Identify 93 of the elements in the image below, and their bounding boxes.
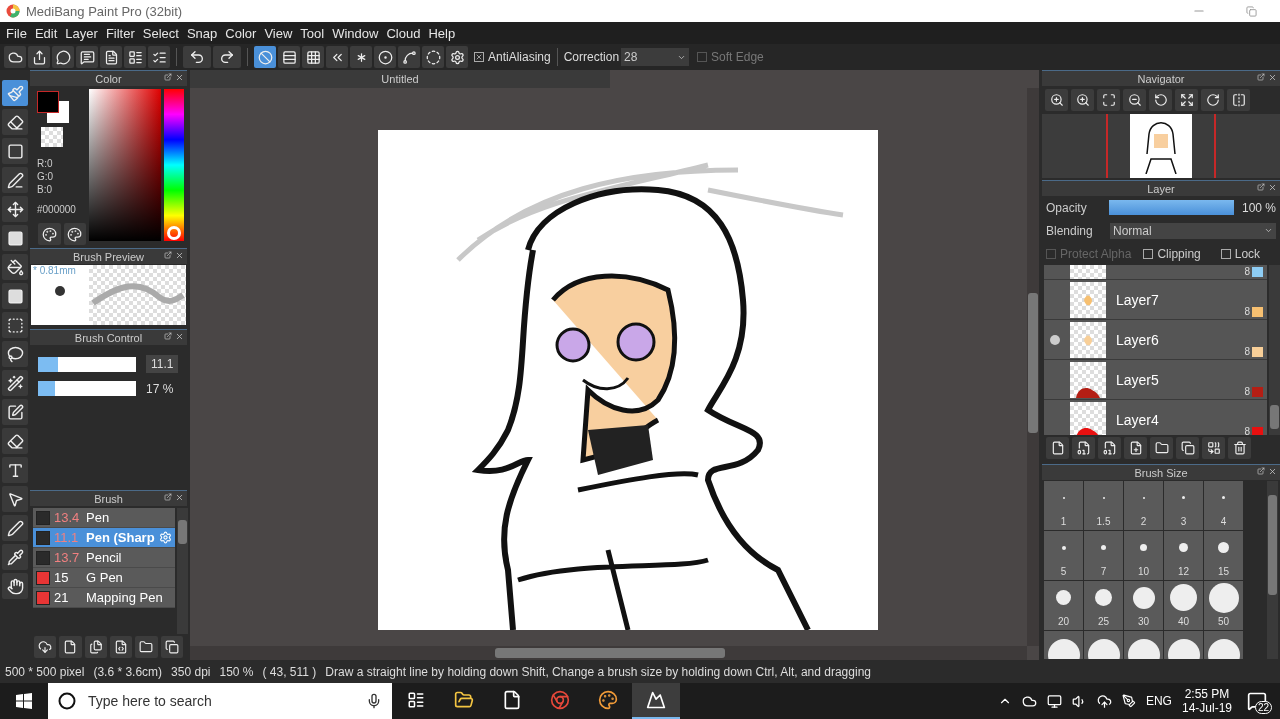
search-field[interactable]: Type here to search bbox=[86, 692, 356, 710]
layer-row[interactable]: Layer4 8 bbox=[1044, 400, 1267, 435]
bit-depth: 8 bbox=[1244, 306, 1250, 317]
status-text: 350 dpi bbox=[171, 664, 211, 679]
brush-size-option[interactable]: 20 bbox=[1044, 581, 1083, 630]
menu-item[interactable]: File bbox=[2, 22, 31, 44]
layer-name: Layer4 bbox=[1116, 411, 1159, 428]
menu-item[interactable]: Edit bbox=[30, 22, 62, 44]
panel-title: Layer bbox=[1147, 182, 1175, 195]
rgb-value: G:0 bbox=[36, 170, 55, 182]
rgb-value: R:0 bbox=[36, 157, 54, 169]
layer-name: Layer6 bbox=[1116, 331, 1159, 348]
brush-size-option[interactable]: 1.5 bbox=[1084, 481, 1123, 530]
layer-name: Layer5 bbox=[1116, 371, 1159, 388]
opacity-value: 100 % bbox=[1241, 200, 1276, 215]
option-label: Protect Alpha bbox=[1060, 246, 1132, 261]
brush-list-item[interactable]: 21 Mapping Pen bbox=[33, 588, 175, 608]
brush-size-text: * 0.81mm bbox=[32, 265, 76, 276]
bit-depth: 8 bbox=[1244, 426, 1250, 435]
bit-depth: 8 bbox=[1244, 386, 1250, 397]
status-text: ( 43, 511 ) bbox=[262, 664, 317, 679]
menu-item[interactable]: View bbox=[260, 22, 297, 44]
brush-name: Pen (Sharp bbox=[86, 530, 155, 545]
correction-label: Correction bbox=[563, 50, 620, 64]
search-bar[interactable]: Type here to search bbox=[48, 683, 392, 719]
brush-size-option[interactable]: 4 bbox=[1204, 481, 1243, 530]
brush-size: 15 bbox=[54, 570, 70, 585]
brush-size-option[interactable]: 1 bbox=[1044, 481, 1083, 530]
status-text: 150 % bbox=[219, 664, 254, 679]
brush-size-option[interactable]: 7 bbox=[1084, 531, 1123, 580]
brush-size-option[interactable]: 15 bbox=[1204, 531, 1243, 580]
panel-title: Brush Control bbox=[74, 331, 143, 344]
layer-name: Layer7 bbox=[1116, 291, 1159, 308]
panel-title: Brush Preview bbox=[73, 250, 144, 263]
brush-size: 13.7 bbox=[54, 550, 81, 565]
slider-value: 11.1 bbox=[146, 355, 179, 373]
brush-size-option[interactable]: 3 bbox=[1164, 481, 1203, 530]
bit-depth: 8 bbox=[1244, 346, 1250, 357]
option-label: Lock bbox=[1234, 246, 1261, 261]
brush-size: 21 bbox=[54, 590, 70, 605]
brush-size-option[interactable]: 2 bbox=[1124, 481, 1163, 530]
hex-value: #000000 bbox=[36, 204, 77, 215]
rgb-value: B:0 bbox=[36, 183, 53, 195]
brush-list-item[interactable]: 13.7 Pencil bbox=[33, 548, 175, 568]
layer-row[interactable]: Layer5 8 bbox=[1044, 360, 1267, 400]
window-title: MediBang Paint Pro (32bit) bbox=[26, 3, 184, 19]
menu-item[interactable]: Layer bbox=[61, 22, 102, 44]
brush-size: 13.4 bbox=[54, 510, 81, 525]
clock[interactable]: 2:55 PM 14-Jul-19 bbox=[1181, 687, 1232, 715]
blending-label: Blending bbox=[1046, 223, 1094, 238]
brush-name: Mapping Pen bbox=[86, 590, 163, 605]
panel-title: Brush bbox=[94, 492, 123, 505]
menu-item[interactable]: Select bbox=[138, 22, 183, 44]
brush-size-option[interactable]: 10 bbox=[1124, 531, 1163, 580]
brush-size-option[interactable]: 40 bbox=[1164, 581, 1203, 630]
layer-row[interactable]: 8 bbox=[1044, 265, 1267, 280]
panel-title: Color bbox=[95, 72, 122, 85]
menu-item[interactable]: Window bbox=[328, 22, 383, 44]
brush-name: Pencil bbox=[86, 550, 122, 565]
brush-size: 11.1 bbox=[54, 530, 80, 545]
menu-item[interactable]: Color bbox=[221, 22, 261, 44]
bit-depth: 8 bbox=[1244, 266, 1250, 277]
brush-size-option[interactable]: 30 bbox=[1124, 581, 1163, 630]
status-text: (3.6 * 3.6cm) bbox=[93, 664, 163, 679]
antialiasing-label: AntiAliasing bbox=[488, 50, 551, 64]
status-text: Draw a straight line by holding down Shift, Change a brush size by holding down Ctrl, Alt, and dragging bbox=[325, 664, 871, 679]
layer-row[interactable]: Layer7 8 bbox=[1044, 280, 1267, 320]
option-label: Clipping bbox=[1157, 246, 1201, 261]
panel-title: Brush Size bbox=[1134, 466, 1188, 479]
brush-name: G Pen bbox=[86, 570, 123, 585]
brush-size-option[interactable]: 25 bbox=[1084, 581, 1123, 630]
opacity-label: Opacity bbox=[1046, 200, 1088, 215]
brush-size-option[interactable]: 12 bbox=[1164, 531, 1203, 580]
brush-size-option[interactable]: 50 bbox=[1204, 581, 1243, 630]
panel-title: Navigator bbox=[1137, 72, 1185, 85]
status-text: 500 * 500 pixel bbox=[5, 664, 85, 679]
correction-dropdown[interactable]: 28 bbox=[621, 48, 690, 66]
notification-button[interactable]: 22 bbox=[1242, 686, 1272, 716]
menu-item[interactable]: Filter bbox=[101, 22, 139, 44]
menu-item[interactable]: Help bbox=[424, 22, 460, 44]
blending-dropdown[interactable]: Normal bbox=[1110, 222, 1276, 239]
soft-edge-label: Soft Edge bbox=[711, 50, 764, 64]
brush-list-item[interactable]: 15 G Pen bbox=[33, 568, 175, 588]
menu-item[interactable]: Snap bbox=[182, 22, 222, 44]
language-indicator[interactable]: ENG bbox=[1145, 694, 1172, 708]
brush-name: Pen bbox=[86, 510, 110, 525]
menu-item[interactable]: Cloud bbox=[382, 22, 425, 44]
menu-item[interactable]: Tool bbox=[296, 22, 329, 44]
layer-row[interactable]: Layer6 8 bbox=[1044, 320, 1267, 360]
brush-list-item[interactable]: 13.4 Pen bbox=[33, 508, 175, 528]
brush-size-option[interactable]: 5 bbox=[1044, 531, 1083, 580]
canvas-tab[interactable]: Untitled bbox=[190, 70, 610, 88]
slider-value: 17 % bbox=[146, 381, 174, 396]
